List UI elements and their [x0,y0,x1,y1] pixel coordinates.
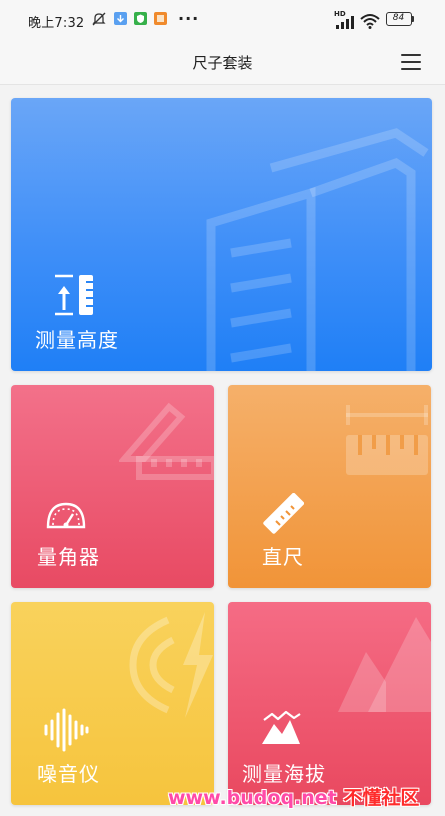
watermark-name: 不懂社区 [343,787,420,809]
sound-wave-icon [44,708,89,752]
noise-meter-card[interactable]: 噪音仪 [11,602,214,805]
protractor-label: 量角器 [37,545,100,569]
signal-icon [336,16,354,29]
app-icon [154,12,167,25]
watermark-url: www.budoq.net [168,787,337,809]
measure-height-card[interactable]: 测量高度 [11,98,432,371]
wifi-icon [360,14,380,29]
mountain-icon [262,710,301,744]
download-icon [114,12,127,25]
status-time: 晚上7:32 [28,16,85,31]
mute-icon [92,12,106,26]
ruler-background-icon [346,405,428,475]
speedometer-icon [46,502,86,529]
status-bar: 晚上7:32 ··· HD 84 [0,0,445,40]
sound-lightning-background-icon [129,612,213,718]
ruler-icon [263,493,304,534]
menu-button[interactable] [401,54,421,70]
noise-meter-label: 噪音仪 [37,762,100,786]
page-title: 尺子套装 [192,54,253,72]
angle-ruler-background-icon [119,402,214,480]
battery-tip [412,16,414,22]
battery-level: 84 [392,13,405,23]
measure-altitude-card[interactable]: 测量海拔 [228,602,431,805]
measure-height-label: 测量高度 [35,328,119,352]
shield-icon [134,12,147,25]
height-ruler-icon [55,274,93,316]
protractor-card[interactable]: 量角器 [11,385,214,588]
ruler-label: 直尺 [262,545,304,569]
site-watermark: www.budoq.net 不懂社区 [168,783,440,811]
battery-icon: 84 [386,12,412,26]
app-bar: 尺子套装 [0,40,445,85]
more-notifications-icon: ··· [178,9,200,28]
mountain-background-icon [338,617,431,712]
ruler-card[interactable]: 直尺 [228,385,431,588]
menu-icon [401,54,421,56]
building-background-icon [206,128,429,371]
